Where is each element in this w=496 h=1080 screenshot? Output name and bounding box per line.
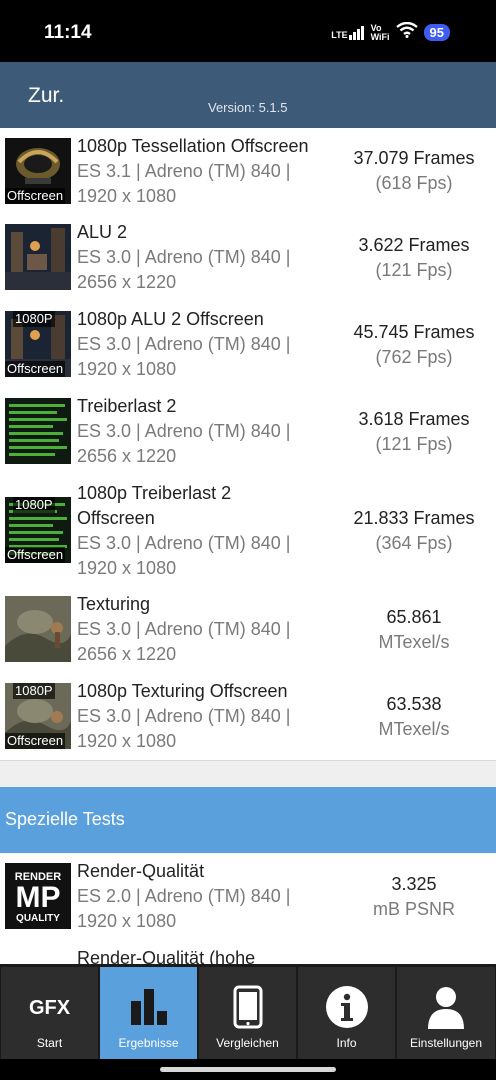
resolution-tag: 1080P [13,311,55,327]
test-title: Treiberlast 2 [77,396,177,416]
wifi-label: WiFi [370,31,390,42]
test-title: 1080p Treiberlast 2 Offscreen [77,483,232,528]
test-score: 3.325 [391,874,437,894]
lte-label: LTE [331,29,348,40]
section-header: Spezielle Tests [0,787,496,853]
bottom-navigation: GFX Start Ergebnisse Vergleichen Info Ei… [0,964,496,1059]
test-thumbnail [5,224,71,290]
test-detail: ES 3.0 | Adreno (TM) 840 | 1920 x 1080 [77,533,291,578]
test-title: Render-Qualität (hohe [77,948,256,964]
test-score: 63.538 [386,694,442,714]
test-thumbnail: 1080P Offscreen [5,497,71,563]
app-header: Zur. Version: 5.1.5 [0,62,496,128]
test-detail: ES 3.0 | Adreno (TM) 840 | 2656 x 1220 [77,247,291,292]
nav-label: Vergleichen [216,1036,279,1050]
test-detail: ES 3.1 | Adreno (TM) 840 | 1920 x 1080 [77,161,291,206]
nav-label: Start [36,1036,63,1050]
nav-label: Info [336,1036,357,1050]
render-quality-icon: RENDER MP QUALITY [5,863,71,929]
phone-icon [233,985,263,1034]
list-item[interactable]: 1080P Offscreen 1080p Treiberlast 2 Offs… [0,475,496,587]
status-icons: LTE Vo WiFi 95 [331,21,450,43]
list-item[interactable]: Texturing ES 3.0 | Adreno (TM) 840 | 265… [0,586,496,674]
vowifi-icon: Vo WiFi [370,23,390,42]
test-title: 1080p Texturing Offscreen [77,681,288,701]
test-score: 3.622 Frames [358,235,470,255]
test-title: Texturing [77,594,151,614]
test-unit: MTexel/s [378,632,450,652]
test-unit: mB PSNR [372,899,455,919]
list-item[interactable]: Treiberlast 2 ES 3.0 | Adreno (TM) 840 |… [0,388,496,476]
home-gesture-bar[interactable] [160,1067,336,1072]
nav-label: Ergebnisse [118,1036,179,1050]
test-fps: (364 Fps) [375,533,453,553]
test-score: 37.079 Frames [353,148,475,168]
status-time: 11:14 [44,22,92,43]
nav-ergebnisse[interactable]: Ergebnisse [100,967,197,1059]
offscreen-tag: Offscreen [5,361,66,377]
offscreen-tag: Offscreen [5,733,66,749]
test-title: Render-Qualität [77,861,205,881]
nav-info[interactable]: Info [298,967,395,1059]
list-item[interactable]: 1080P Offscreen 1080p Texturing Offscree… [0,673,496,761]
offscreen-tag: Offscreen [5,188,66,204]
list-item[interactable]: Offscreen 1080p Tessellation Offscreen E… [0,128,496,215]
version-label: Version: 5.1.5 [208,100,288,115]
nav-label: Einstellungen [409,1036,483,1050]
test-fps: (121 Fps) [375,260,453,280]
wifi-icon [395,21,418,43]
test-score: 3.618 Frames [358,409,470,429]
list-item[interactable]: ALU 2 ES 3.0 | Adreno (TM) 840 | 2656 x … [0,214,496,302]
test-detail: ES 3.0 | Adreno (TM) 840 | 2656 x 1220 [77,421,291,466]
resolution-tag: 1080P [13,683,55,699]
status-bar: 11:14 LTE Vo WiFi 95 [0,0,496,62]
test-thumbnail: 1080P Offscreen [5,683,71,749]
user-icon [426,985,466,1034]
test-detail: ES 3.0 | Adreno (TM) 840 | 2656 x 1220 [77,619,291,664]
list-item[interactable]: Render-Qualität (hohe [0,940,496,964]
gfx-logo-icon: GFX [28,997,71,1019]
bar-chart-icon [127,985,171,1034]
offscreen-tag: Offscreen [5,547,66,563]
test-score: 65.861 [386,607,442,627]
test-fps: (618 Fps) [375,173,453,193]
list-item[interactable]: RENDER MP QUALITY Render-Qualität ES 2.0… [0,853,496,941]
test-title: 1080p Tessellation Offscreen [77,136,309,156]
test-title: 1080p ALU 2 Offscreen [77,309,264,329]
test-detail: ES 3.0 | Adreno (TM) 840 | 1920 x 1080 [77,334,291,379]
icon-mid-text: MP [15,881,61,914]
test-score: 45.745 Frames [353,322,475,342]
signal-icon: LTE [331,25,364,40]
test-title: ALU 2 [77,222,128,242]
test-fps: (121 Fps) [375,434,453,454]
test-detail: ES 3.0 | Adreno (TM) 840 | 1920 x 1080 [77,706,291,751]
section-gap [0,761,496,787]
gesture-area [0,1059,496,1080]
results-list[interactable]: Offscreen 1080p Tessellation Offscreen E… [0,128,496,964]
test-detail: ES 2.0 | Adreno (TM) 840 | 1920 x 1080 [77,886,291,931]
section-title: Spezielle Tests [5,809,125,829]
test-thumbnail: 1080P Offscreen [5,311,71,377]
icon-bottom-text: QUALITY [16,913,60,924]
nav-vergleichen[interactable]: Vergleichen [199,967,296,1059]
resolution-tag: 1080P [13,497,55,513]
battery-indicator: 95 [423,24,450,41]
nav-einstellungen[interactable]: Einstellungen [397,967,495,1059]
test-thumbnail [5,596,71,662]
list-item[interactable]: 1080P Offscreen 1080p ALU 2 Offscreen ES… [0,301,496,389]
test-unit: MTexel/s [378,719,450,739]
test-score: 21.833 Frames [353,508,475,528]
test-fps: (762 Fps) [375,347,453,367]
test-thumbnail [5,398,71,464]
nav-start[interactable]: GFX Start [1,967,98,1059]
back-button[interactable]: Zur. [28,84,64,108]
test-thumbnail: Offscreen [5,138,71,204]
info-icon [325,985,369,1034]
